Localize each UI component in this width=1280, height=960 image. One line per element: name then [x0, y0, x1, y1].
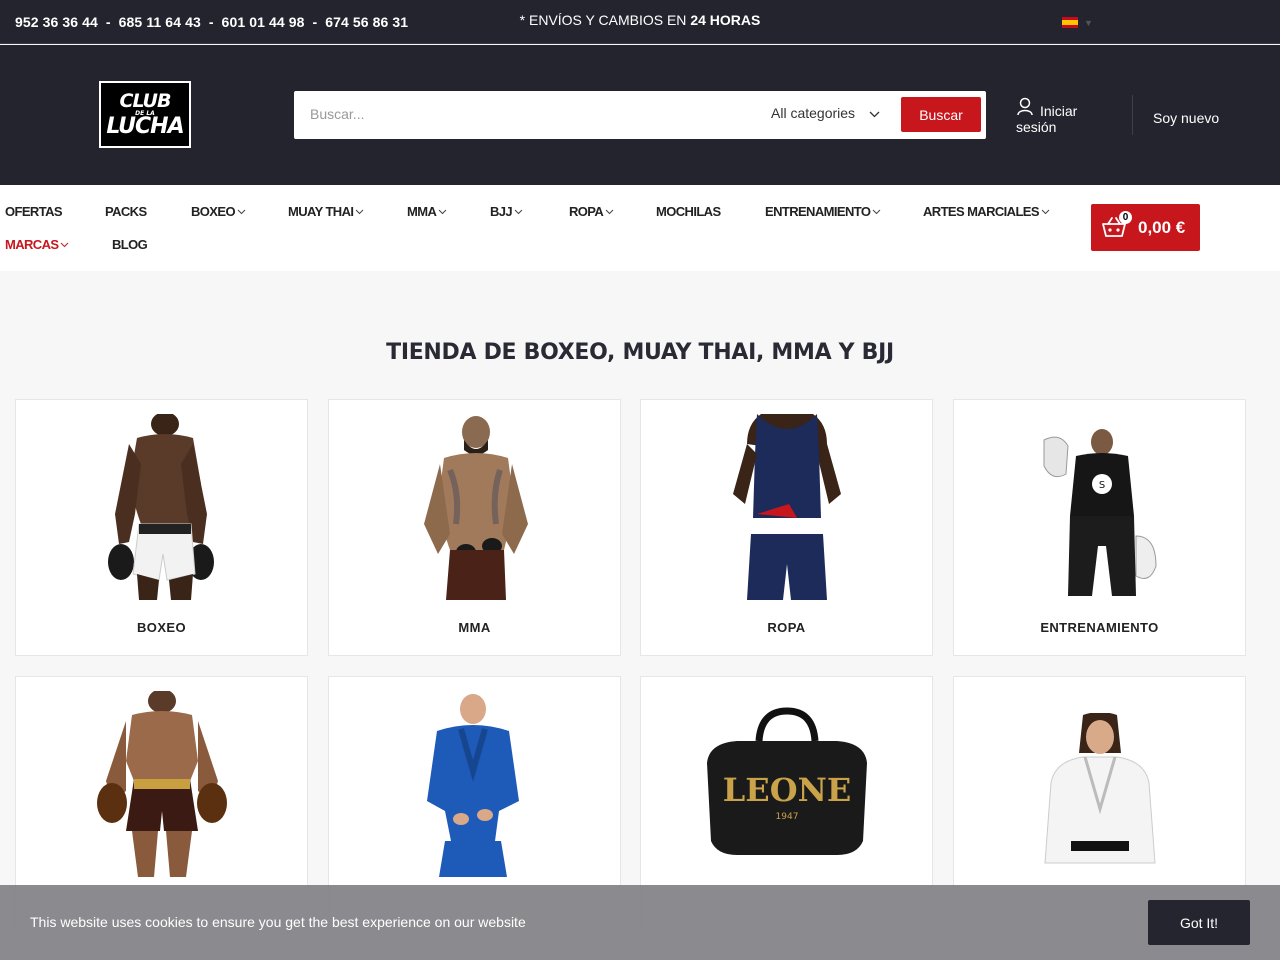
shipping-notice-text: * ENVÍOS Y CAMBIOS EN: [519, 12, 691, 28]
spain-flag-icon: [1062, 17, 1078, 28]
chevron-down-icon: [438, 209, 447, 215]
nav-item-label: PACKS: [105, 204, 147, 219]
nav-item-packs[interactable]: PACKS: [105, 204, 147, 219]
muay-thai-fighter-image: [96, 691, 227, 877]
nav-item-label: MOCHILAS: [656, 204, 721, 219]
search-bar: All categories Buscar: [294, 91, 986, 139]
page-title: TIENDA DE BOXEO, MUAY THAI, MMA Y BJJ: [386, 340, 894, 365]
chevron-down-icon: [869, 105, 880, 121]
cart-total: 0,00 €: [1138, 218, 1186, 237]
mma-fighter-image: [423, 416, 528, 600]
nav-item-mochilas[interactable]: MOCHILAS: [656, 204, 721, 219]
cart-count-badge: 0: [1119, 211, 1132, 224]
nav-item-label: OFERTAS: [5, 204, 63, 219]
boxing-apparel-image: [732, 414, 841, 600]
logo-text-lucha: LUCHA: [106, 113, 184, 139]
site-header: CLUB DE LA LUCHA All categories Buscar I…: [0, 45, 1280, 185]
nav-item-marcas[interactable]: MARCAS: [5, 237, 69, 252]
category-card-entrenamiento[interactable]: S ENTRENAMIENTO: [953, 399, 1246, 656]
chevron-down-icon: [605, 209, 614, 215]
nav-item-label: BOXEO: [191, 204, 236, 219]
cookie-banner-text: This website uses cookies to ensure you …: [30, 914, 526, 930]
category-card-boxeo[interactable]: BOXEO: [15, 399, 308, 656]
chevron-down-icon: [514, 209, 523, 215]
chevron-down-icon: [872, 209, 881, 215]
nav-item-label: MUAY THAI: [288, 204, 354, 219]
login-link[interactable]: Iniciar sesión: [1016, 97, 1077, 135]
search-input[interactable]: [310, 101, 740, 127]
nav-item-entrenamiento[interactable]: ENTRENAMIENTO: [765, 204, 881, 219]
category-select-value: All categories: [771, 105, 856, 121]
login-label-line1: Iniciar: [1040, 103, 1078, 119]
register-link[interactable]: Soy nuevo: [1153, 110, 1219, 126]
category-card-label: BOXEO: [137, 620, 186, 635]
nav-item-mma[interactable]: MMA: [407, 204, 447, 219]
search-button[interactable]: Buscar: [901, 97, 981, 132]
nav-item-label: ENTRENAMIENTO: [765, 204, 871, 219]
main-nav: OFERTAS PACKS BOXEO MUAY THAI MMA BJJ RO…: [0, 185, 1280, 271]
leone-bag-image: LEONE 1947: [706, 707, 867, 855]
site-logo[interactable]: CLUB DE LA LUCHA: [99, 81, 191, 148]
shipping-notice-highlight: 24 HORAS: [690, 12, 761, 28]
cookie-banner: This website uses cookies to ensure you …: [0, 885, 1280, 960]
header-divider: [1132, 95, 1133, 135]
category-card-mma[interactable]: MMA: [328, 399, 621, 656]
nav-item-label: MARCAS: [5, 237, 59, 252]
nav-item-label: ROPA: [569, 204, 604, 219]
chevron-down-icon: [237, 209, 246, 215]
karate-gi-image: [1043, 713, 1156, 864]
category-card-label: ROPA: [767, 620, 806, 635]
chevron-down-icon: [60, 242, 69, 248]
nav-item-label: MMA: [407, 204, 437, 219]
nav-item-bjj[interactable]: BJJ: [490, 204, 523, 219]
cart-button[interactable]: 0 0,00 €: [1091, 204, 1200, 251]
svg-text:S: S: [1098, 480, 1104, 491]
bag-brand-text: LEONE: [722, 771, 850, 809]
login-label-line2: sesión: [1016, 119, 1057, 135]
category-card-label: MMA: [458, 620, 491, 635]
nav-item-label: BJJ: [490, 204, 513, 219]
chevron-down-icon: [355, 209, 364, 215]
logo-text-club: CLUB: [119, 89, 172, 112]
nav-item-ropa[interactable]: ROPA: [569, 204, 614, 219]
top-bar: 952 36 36 44 - 685 11 64 43 - 601 01 44 …: [0, 0, 1280, 44]
category-card-ropa[interactable]: ROPA: [640, 399, 933, 656]
language-selector[interactable]: ▼: [1062, 17, 1093, 28]
nav-item-muay-thai[interactable]: MUAY THAI: [288, 204, 364, 219]
nav-item-ofertas[interactable]: OFERTAS: [5, 204, 63, 219]
user-icon: [1016, 97, 1034, 119]
nav-item-boxeo[interactable]: BOXEO: [191, 204, 246, 219]
nav-item-label: ARTES MARCIALES: [923, 204, 1040, 219]
chevron-down-icon: ▼: [1084, 17, 1093, 28]
category-card-label: ENTRENAMIENTO: [1040, 620, 1159, 635]
nav-item-label: BLOG: [112, 237, 148, 252]
nav-item-artes-marciales[interactable]: ARTES MARCIALES: [923, 204, 1050, 219]
nav-item-blog[interactable]: BLOG: [112, 237, 148, 252]
boxer-image: [107, 414, 214, 600]
training-pads-image: S: [1043, 429, 1157, 596]
bag-year-text: 1947: [775, 812, 798, 822]
category-select[interactable]: All categories: [771, 105, 880, 121]
bjj-gi-image: [426, 694, 519, 877]
chevron-down-icon: [1041, 209, 1050, 215]
cookie-accept-button[interactable]: Got It!: [1148, 900, 1250, 945]
